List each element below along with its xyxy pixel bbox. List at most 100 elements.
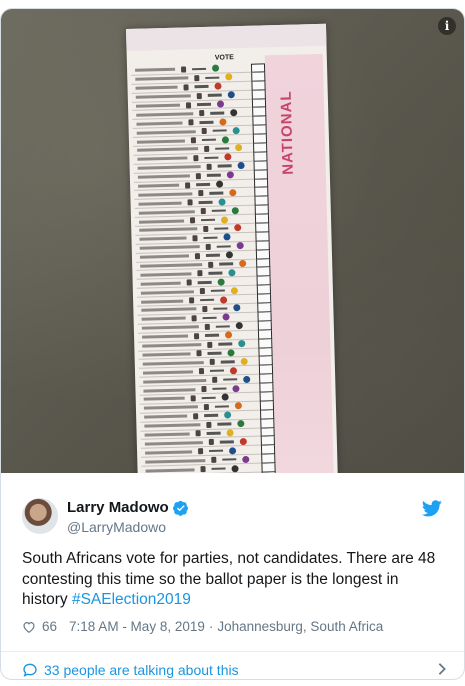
info-icon[interactable]: i bbox=[438, 17, 456, 35]
ballot-party-logo bbox=[226, 171, 234, 179]
ballot-party-logo bbox=[233, 304, 241, 312]
ballot-party-logo bbox=[242, 455, 250, 463]
ballot-leader-photo bbox=[196, 92, 202, 99]
ballot-party-name bbox=[140, 281, 181, 286]
ballot-vote-box bbox=[253, 170, 268, 180]
ballot-vote-box bbox=[257, 303, 272, 313]
ballot-pink-strip bbox=[264, 53, 336, 473]
ballot-party-abbr bbox=[205, 76, 220, 80]
ballot-party-name bbox=[140, 290, 194, 295]
ballot-vote-box bbox=[255, 250, 271, 260]
ballot-party-logo bbox=[226, 429, 234, 437]
ballot-party-logo bbox=[222, 313, 230, 321]
ballot-party-abbr bbox=[201, 138, 216, 142]
like-count[interactable]: 66 bbox=[42, 619, 57, 634]
ballot-party-logo bbox=[238, 340, 246, 348]
ballot-party-abbr bbox=[220, 360, 235, 364]
ballot-party-name bbox=[143, 378, 207, 384]
ballot-party-logo bbox=[220, 296, 228, 304]
ballot-leader-photo bbox=[203, 225, 209, 233]
ballot-vote-box bbox=[256, 285, 271, 295]
ballot-leader-photo bbox=[212, 376, 218, 383]
ballot-leader-photo bbox=[201, 128, 207, 135]
ballot-vote-box bbox=[253, 161, 268, 171]
ballot-party-logo bbox=[224, 411, 232, 419]
ballot-party-logo bbox=[211, 65, 220, 73]
ballot-party-name bbox=[138, 201, 182, 206]
ballot-party-abbr bbox=[214, 404, 229, 408]
ballot-leader-photo bbox=[194, 74, 200, 82]
ballot-vote-box bbox=[251, 98, 267, 109]
ballot-party-name bbox=[142, 370, 194, 375]
ballot-vote-box bbox=[257, 294, 272, 304]
ballot-leader-photo bbox=[201, 386, 207, 393]
ballot-vote-box bbox=[259, 383, 274, 393]
ballot-vote-box bbox=[251, 81, 266, 91]
ballot-vote-box bbox=[252, 107, 267, 118]
conversation-link[interactable]: 33 people are talking about this bbox=[22, 658, 447, 679]
ballot-leader-photo bbox=[194, 252, 201, 259]
ballot-party-abbr bbox=[204, 414, 219, 418]
ballot-party-abbr bbox=[215, 147, 230, 150]
meta-separator: · bbox=[208, 619, 214, 634]
ballot-party-name bbox=[144, 432, 190, 437]
avatar[interactable] bbox=[22, 498, 58, 534]
ballot-leader-photo bbox=[198, 190, 204, 197]
ballot-party-logo bbox=[219, 118, 227, 126]
heart-icon[interactable] bbox=[22, 620, 36, 634]
conversation-label[interactable]: 33 people are talking about this bbox=[44, 662, 239, 678]
ballot-party-logo bbox=[230, 286, 238, 295]
ballot-vote-box bbox=[259, 392, 274, 402]
ballot-party-abbr bbox=[201, 396, 216, 400]
ballot-party-abbr bbox=[217, 164, 232, 168]
ballot-party-name bbox=[144, 440, 203, 446]
ballot-leader-photo bbox=[190, 395, 196, 402]
ballot-party-abbr bbox=[218, 342, 233, 346]
ballot-party-abbr bbox=[219, 440, 234, 444]
ballot-party-name bbox=[135, 85, 178, 90]
ballot-leader-photo bbox=[185, 181, 191, 189]
author-handle[interactable]: @LarryMadowo bbox=[67, 519, 166, 535]
ballot-party-logo bbox=[221, 393, 229, 402]
ballot-vote-box bbox=[258, 356, 273, 366]
hashtag-link[interactable]: #SAElection2019 bbox=[72, 591, 191, 608]
ballot-party-abbr bbox=[206, 173, 221, 177]
ballot-party-name bbox=[136, 121, 183, 126]
chevron-right-icon[interactable] bbox=[437, 662, 447, 676]
ballot-party-name bbox=[138, 183, 180, 188]
ballot-top-band bbox=[126, 23, 327, 51]
ballot-leader-photo bbox=[195, 172, 201, 179]
ballot-party-name bbox=[138, 192, 193, 197]
ballot-vote-box bbox=[255, 232, 270, 242]
ballot-party-logo bbox=[232, 126, 240, 134]
ballot-party-logo bbox=[231, 206, 239, 214]
ballot-party-abbr bbox=[211, 209, 226, 213]
ballot-vote-box bbox=[253, 143, 268, 153]
location[interactable]: Johannesburg, South Africa bbox=[217, 619, 383, 634]
ballot-party-name bbox=[136, 112, 194, 117]
ballot-party-name bbox=[141, 316, 186, 322]
ballot-party-name bbox=[137, 174, 190, 179]
ballot-vote-box bbox=[257, 312, 272, 322]
ballot-party-logo bbox=[225, 251, 234, 259]
ballot-party-logo bbox=[237, 420, 245, 428]
author-name[interactable]: Larry Madowo bbox=[67, 499, 169, 516]
ballot-party-name bbox=[142, 352, 191, 357]
tweet-photo[interactable]: VOTE NATIONAL i bbox=[1, 9, 464, 473]
ballot-party-abbr bbox=[209, 449, 224, 453]
ballot-leader-photo bbox=[199, 110, 205, 117]
ballot-leader-photo bbox=[208, 439, 214, 446]
ballot-party-logo bbox=[234, 224, 242, 232]
ballot-vote-box bbox=[253, 178, 269, 189]
ballot-party-name bbox=[135, 94, 191, 99]
ballot-party-abbr bbox=[196, 103, 212, 106]
ballot-vote-box bbox=[250, 63, 266, 73]
ballot-party-abbr bbox=[208, 271, 223, 275]
ballot-vote-box bbox=[255, 223, 270, 233]
twitter-bird-icon[interactable] bbox=[422, 500, 442, 517]
ballot-party-name bbox=[136, 139, 185, 144]
ballot-party-logo bbox=[234, 402, 242, 410]
author-row[interactable]: Larry Madowo bbox=[67, 499, 189, 516]
ballot-party-abbr bbox=[209, 369, 225, 373]
timestamp[interactable]: 7:18 AM - May 8, 2019 bbox=[69, 619, 205, 634]
